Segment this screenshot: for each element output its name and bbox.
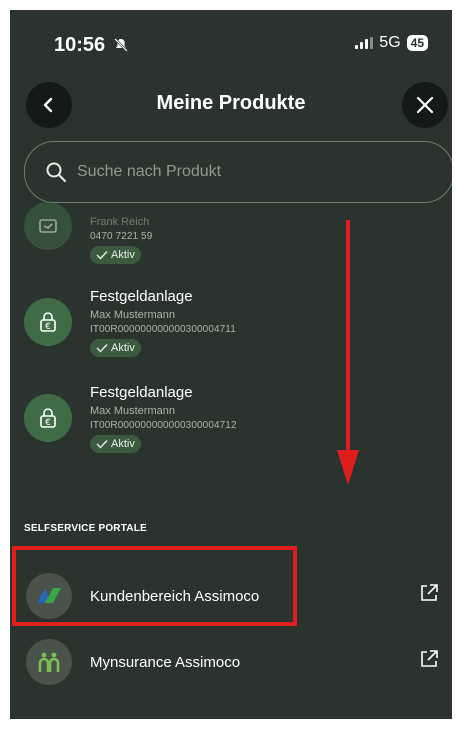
product-number: 0470 7221 59 <box>90 231 153 242</box>
status-badge: Aktiv <box>90 339 141 357</box>
annotation-arrow-head <box>337 450 359 485</box>
product-iban: IT00R000000000000300004712 <box>90 420 237 431</box>
status-time: 10:56 <box>54 34 129 57</box>
annotation-arrow-line <box>346 220 350 453</box>
signal-icon <box>355 37 374 49</box>
svg-text:€: € <box>45 322 51 332</box>
mynsurance-logo-icon <box>26 639 72 685</box>
status-badge: Aktiv <box>90 435 141 453</box>
section-title: SELFSERVICE PORTALE <box>24 523 147 534</box>
external-link-icon[interactable] <box>418 648 440 670</box>
product-name: Festgeldanlage <box>90 384 193 401</box>
product-item[interactable]: Frank Reich 0470 7221 59 Aktiv <box>10 202 452 276</box>
euro-lock-icon: € <box>24 394 72 442</box>
product-owner: Max Mustermann <box>90 309 175 321</box>
close-button[interactable] <box>402 82 448 128</box>
network-label: 5G <box>379 34 401 51</box>
status-indicators: 5G 45 <box>355 34 428 52</box>
portal-item-mynsurance[interactable]: Mynsurance Assimoco <box>10 633 452 693</box>
checkmark-icon <box>96 344 108 353</box>
euro-lock-icon: € <box>24 298 72 346</box>
search-bar[interactable] <box>24 141 452 203</box>
status-badge: Aktiv <box>90 246 141 264</box>
device-icon <box>24 202 72 250</box>
product-name: Festgeldanlage <box>90 288 193 305</box>
product-owner: Frank Reich <box>90 216 150 228</box>
bell-muted-icon <box>113 38 128 52</box>
svg-text:€: € <box>45 418 51 428</box>
product-item[interactable]: € Festgeldanlage Max Mustermann IT00R000… <box>10 380 452 464</box>
product-item[interactable]: € Festgeldanlage Max Mustermann IT00R000… <box>10 284 452 368</box>
external-link-icon[interactable] <box>418 582 440 604</box>
portal-label: Mynsurance Assimoco <box>90 654 241 671</box>
close-icon <box>416 96 434 114</box>
product-iban: IT00R000000000000300004711 <box>90 324 236 335</box>
page-title: Meine Produkte <box>156 92 306 114</box>
annotation-highlight-box <box>12 546 297 626</box>
product-owner: Max Mustermann <box>90 405 175 417</box>
battery-icon: 45 <box>406 35 428 51</box>
checkmark-icon <box>96 251 108 260</box>
search-icon <box>46 162 67 183</box>
search-input[interactable] <box>75 162 399 182</box>
checkmark-icon <box>96 440 108 449</box>
